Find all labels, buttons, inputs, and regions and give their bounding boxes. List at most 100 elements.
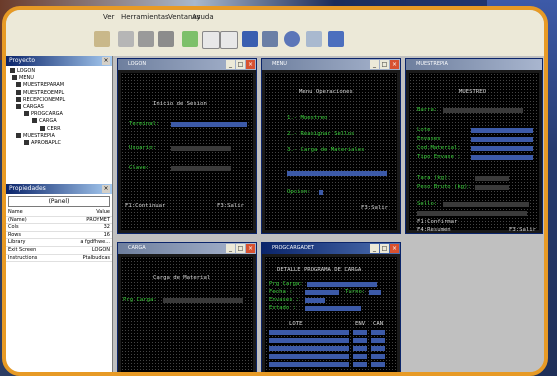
prg-carga-field[interactable]: [163, 298, 243, 303]
open-icon[interactable]: [94, 31, 110, 47]
maximize-icon[interactable]: □: [380, 244, 389, 253]
menu-option-2[interactable]: 2.- Reasignar Sellos: [287, 131, 354, 137]
f4-resumen[interactable]: F4:Resumen: [417, 227, 451, 233]
can-cell[interactable]: [371, 346, 385, 351]
close-icon[interactable]: ×: [102, 185, 110, 193]
window-title[interactable]: MENU _ □ ×: [262, 59, 400, 70]
tree-item[interactable]: CARGAS: [8, 104, 110, 111]
lote-row[interactable]: [269, 354, 349, 359]
window-title[interactable]: PROGCARGADET _ □ ×: [262, 243, 400, 254]
clave-field[interactable]: [171, 166, 231, 171]
lote-row[interactable]: [269, 338, 349, 343]
close-icon[interactable]: ×: [390, 244, 399, 253]
properties-object-select[interactable]: (Panel): [8, 196, 110, 207]
f3-salir[interactable]: F3:Salir: [361, 205, 388, 211]
maximize-icon[interactable]: □: [380, 60, 389, 69]
monitor-icon[interactable]: [262, 31, 278, 47]
text-icon[interactable]: [138, 31, 154, 47]
menu-option-1[interactable]: 1.- Muestreo: [287, 115, 327, 121]
peso-bruto-field[interactable]: [475, 185, 509, 190]
can-cell[interactable]: [371, 330, 385, 335]
tree-item[interactable]: MUESTREPARAM: [8, 82, 110, 89]
lote-row[interactable]: [269, 330, 349, 335]
minimize-icon[interactable]: _: [370, 244, 379, 253]
barra-field[interactable]: [443, 108, 523, 113]
estado-field[interactable]: [305, 306, 361, 311]
settings-icon[interactable]: [306, 31, 322, 47]
menu-ayuda[interactable]: Ayuda: [192, 13, 214, 21]
env-cell[interactable]: [353, 338, 367, 343]
env-cell[interactable]: [353, 354, 367, 359]
tree-item[interactable]: APROBAPLC: [8, 140, 110, 147]
f1-confirmar[interactable]: F1:Confirmar: [417, 219, 457, 225]
f3-salir[interactable]: F3:Salir: [217, 203, 244, 209]
turno-field[interactable]: [369, 290, 381, 295]
lote-row[interactable]: [269, 346, 349, 351]
close-icon[interactable]: ×: [102, 57, 110, 65]
tara-field[interactable]: [475, 176, 509, 181]
menu-window[interactable]: MENU _ □ × Menu Operaciones 1.- Muestreo 2…: [261, 58, 401, 234]
tree-item[interactable]: MENU: [8, 75, 110, 82]
minimize-icon[interactable]: _: [226, 60, 235, 69]
usuario-field[interactable]: [171, 146, 231, 151]
muestreo-window[interactable]: MUESTREPIA MUESTREO Barra: Lote Envases …: [405, 58, 543, 234]
cursor-icon[interactable]: [118, 31, 134, 47]
terminal-field[interactable]: [171, 122, 247, 127]
table-row[interactable]: (Name) PROYMET: [6, 216, 112, 225]
logon-window[interactable]: LOGON _ □ × Inicio de Sesion Terminal: Usu…: [117, 58, 257, 234]
help-icon[interactable]: [328, 31, 344, 47]
tipo-envase-field[interactable]: [471, 155, 533, 160]
menu-ver[interactable]: Ver: [103, 13, 114, 21]
envases-field[interactable]: [305, 298, 325, 303]
cod-material-field[interactable]: [471, 146, 533, 151]
tree-item[interactable]: MUESTREPIA: [8, 132, 110, 140]
lote-row[interactable]: [269, 362, 349, 367]
window-title[interactable]: MUESTREPIA: [406, 59, 542, 70]
table-row[interactable]: Exit Screen LOGON: [6, 246, 112, 255]
maximize-icon[interactable]: □: [236, 60, 245, 69]
progcarga-window[interactable]: PROGCARGADET _ □ × DETALLE PROGRAMA DE CAR…: [261, 242, 401, 372]
sello-field-2[interactable]: [417, 211, 527, 216]
window-title[interactable]: CARGA _ □ ×: [118, 243, 256, 254]
fecha-field[interactable]: [305, 290, 339, 295]
env-cell[interactable]: [353, 362, 367, 367]
sphere-icon[interactable]: [284, 31, 300, 47]
env-cell[interactable]: [353, 330, 367, 335]
maximize-icon[interactable]: □: [236, 244, 245, 253]
table-row[interactable]: Library a fgdfhwe...: [6, 238, 112, 247]
sello-field[interactable]: [443, 202, 529, 207]
close-icon[interactable]: ×: [246, 244, 255, 253]
tree-item[interactable]: PROGCARGA: [8, 111, 110, 118]
carga-window[interactable]: CARGA _ □ × Carga de Material Prg Carga:: [117, 242, 257, 372]
close-icon[interactable]: ×: [246, 60, 255, 69]
lote-field[interactable]: [471, 128, 533, 133]
copy-icon[interactable]: [202, 31, 220, 49]
tree-item[interactable]: LOGON: [8, 68, 110, 75]
minimize-icon[interactable]: _: [226, 244, 235, 253]
can-cell[interactable]: [371, 354, 385, 359]
minimize-icon[interactable]: _: [370, 60, 379, 69]
cut-icon[interactable]: [182, 31, 198, 47]
opcion-field[interactable]: [319, 190, 323, 195]
f1-continuar[interactable]: F1:Continuar: [125, 203, 165, 209]
paste-icon[interactable]: [220, 31, 238, 49]
close-icon[interactable]: ×: [390, 60, 399, 69]
field-icon[interactable]: [158, 31, 174, 47]
menu-herramientas[interactable]: Herramientas: [121, 13, 169, 21]
screen-icon[interactable]: [242, 31, 258, 47]
env-cell[interactable]: [353, 346, 367, 351]
table-row[interactable]: Instructions Ptalbudcas: [6, 254, 112, 263]
prg-carga-field[interactable]: [307, 282, 377, 287]
can-cell[interactable]: [371, 338, 385, 343]
table-row[interactable]: Rows 16: [6, 231, 112, 240]
menu-option-3[interactable]: 3.- Carga de Materiales: [287, 147, 364, 153]
tree-item[interactable]: CARGA: [8, 118, 110, 125]
tree-item[interactable]: MUESTREOEMPL: [8, 89, 110, 97]
f3-salir[interactable]: F3:Salir: [509, 227, 536, 233]
tree-item[interactable]: RECEPCIONEMPL: [8, 96, 110, 104]
window-title[interactable]: LOGON _ □ ×: [118, 59, 256, 70]
can-cell[interactable]: [371, 362, 385, 367]
table-row[interactable]: Cols 32: [6, 223, 112, 232]
envases-field[interactable]: [471, 137, 533, 142]
tree-item[interactable]: CERR: [8, 125, 110, 133]
